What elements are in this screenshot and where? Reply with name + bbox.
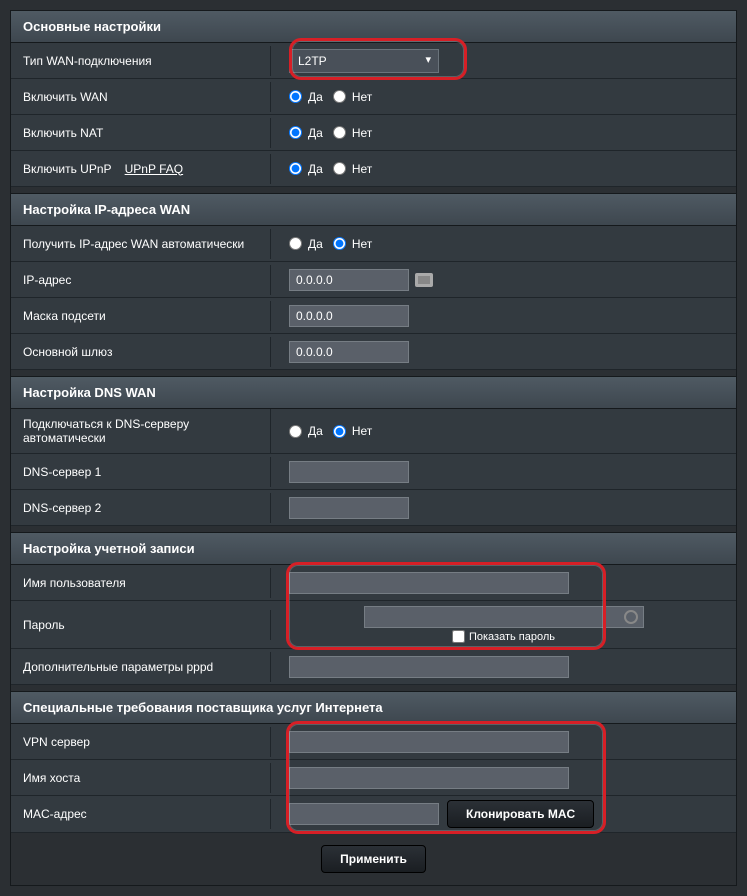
input-vpn-server[interactable] — [289, 731, 569, 753]
radio-enable-upnp-no[interactable] — [333, 162, 346, 175]
label-extra-pppd: Дополнительные параметры pppd — [11, 652, 271, 682]
link-upnp-faq[interactable]: UPnP FAQ — [125, 162, 183, 176]
radio-dns-auto-no[interactable] — [333, 425, 346, 438]
row-gateway: Основной шлюз — [11, 334, 736, 370]
clone-mac-button[interactable]: Клонировать MAC — [447, 800, 594, 828]
radio-enable-wan-yes[interactable] — [289, 90, 302, 103]
checkbox-show-password[interactable] — [452, 630, 465, 643]
row-dns2: DNS-сервер 2 — [11, 490, 736, 526]
section-title-isp: Специальные требования поставщика услуг … — [11, 691, 736, 724]
label-ip-address: IP-адрес — [11, 265, 271, 295]
row-vpn-server: VPN сервер — [11, 724, 736, 760]
row-dns1: DNS-сервер 1 — [11, 454, 736, 490]
row-wan-type: Тип WAN-подключения L2TP — [11, 43, 736, 79]
radio-label-no: Нет — [352, 90, 372, 104]
label-enable-upnp: Включить UPnP UPnP FAQ — [11, 154, 271, 184]
radio-enable-nat-yes[interactable] — [289, 126, 302, 139]
label-dns-auto: Подключаться к DNS-серверу автоматически — [11, 409, 271, 453]
label-enable-nat: Включить NAT — [11, 118, 271, 148]
section-title-ip: Настройка IP-адреса WAN — [11, 193, 736, 226]
label-gateway: Основной шлюз — [11, 337, 271, 367]
apply-button[interactable]: Применить — [321, 845, 426, 873]
radio-enable-nat-no[interactable] — [333, 126, 346, 139]
section-title-basic: Основные настройки — [11, 11, 736, 43]
row-mac: MAC-адрес Клонировать MAC — [11, 796, 736, 833]
label-mac: MAC-адрес — [11, 799, 271, 829]
input-dns1[interactable] — [289, 461, 409, 483]
label-hostname: Имя хоста — [11, 763, 271, 793]
row-enable-upnp: Включить UPnP UPnP FAQ Да Нет — [11, 151, 736, 187]
section-title-acct: Настройка учетной записи — [11, 532, 736, 565]
label-vpn-server: VPN сервер — [11, 727, 271, 757]
radio-ip-auto-no[interactable] — [333, 237, 346, 250]
row-password: Пароль Показать пароль — [11, 601, 736, 649]
input-ip-address[interactable] — [289, 269, 409, 291]
label-ip-auto: Получить IP-адрес WAN автоматически — [11, 229, 271, 259]
row-dns-auto: Подключаться к DNS-серверу автоматически… — [11, 409, 736, 454]
row-subnet: Маска подсети — [11, 298, 736, 334]
row-username: Имя пользователя — [11, 565, 736, 601]
radio-enable-wan-no[interactable] — [333, 90, 346, 103]
row-ip-auto: Получить IP-адрес WAN автоматически Да Н… — [11, 226, 736, 262]
select-wan-type[interactable]: L2TP — [289, 49, 439, 73]
radio-label-yes: Да — [308, 90, 323, 104]
input-username[interactable] — [289, 572, 569, 594]
input-mac[interactable] — [289, 803, 439, 825]
radio-enable-upnp-yes[interactable] — [289, 162, 302, 175]
label-enable-wan: Включить WAN — [11, 82, 271, 112]
section-title-dns: Настройка DNS WAN — [11, 376, 736, 409]
input-gateway[interactable] — [289, 341, 409, 363]
row-extra-pppd: Дополнительные параметры pppd — [11, 649, 736, 685]
label-subnet: Маска подсети — [11, 301, 271, 331]
input-password[interactable] — [364, 606, 644, 628]
row-ip-address: IP-адрес — [11, 262, 736, 298]
row-enable-nat: Включить NAT Да Нет — [11, 115, 736, 151]
radio-ip-auto-yes[interactable] — [289, 237, 302, 250]
row-hostname: Имя хоста — [11, 760, 736, 796]
input-dns2[interactable] — [289, 497, 409, 519]
input-extra-pppd[interactable] — [289, 656, 569, 678]
label-show-password: Показать пароль — [469, 631, 555, 643]
row-enable-wan: Включить WAN Да Нет — [11, 79, 736, 115]
label-dns1: DNS-сервер 1 — [11, 457, 271, 487]
input-subnet[interactable] — [289, 305, 409, 327]
label-wan-type: Тип WAN-подключения — [11, 46, 271, 76]
input-hostname[interactable] — [289, 767, 569, 789]
radio-dns-auto-yes[interactable] — [289, 425, 302, 438]
apply-row: Применить — [11, 833, 736, 885]
eye-icon[interactable] — [624, 610, 638, 624]
contact-icon — [415, 273, 433, 287]
label-password: Пароль — [11, 610, 271, 640]
label-username: Имя пользователя — [11, 568, 271, 598]
label-dns2: DNS-сервер 2 — [11, 493, 271, 523]
